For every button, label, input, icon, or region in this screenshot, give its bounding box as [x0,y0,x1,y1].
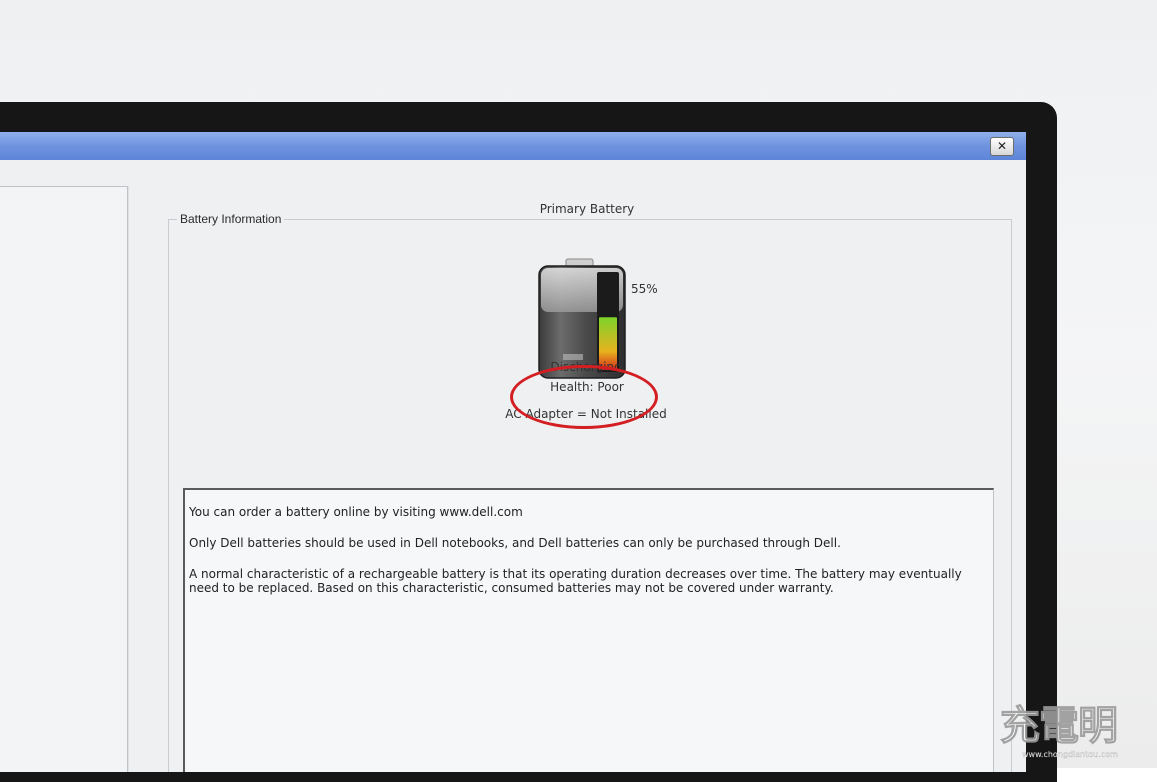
charge-percent: 55% [631,282,658,296]
battery-name: Primary Battery [539,202,635,216]
navigation-pane[interactable] [0,186,128,772]
red-annotation-circle [510,365,658,429]
screen: ✕ Battery Information Primary Battery 55… [0,132,1026,772]
battery-degradation-text: A normal characteristic of a rechargeabl… [189,567,962,595]
close-button[interactable]: ✕ [990,137,1014,156]
battery-info-textbox[interactable]: You can order a battery online by visiti… [183,488,994,772]
site-watermark-logo: 充電明 www.chongdiantou.com [1000,703,1152,763]
window-titlebar: ✕ [0,132,1026,160]
window-body: Battery Information Primary Battery 55% … [0,160,1026,772]
watermark-url: www.chongdiantou.com [1022,750,1118,759]
watermark-glyphs: 充電明 [1000,703,1119,750]
dell-only-text: Only Dell batteries should be used in De… [189,536,841,550]
groupbox-title: Battery Information [177,212,285,226]
order-battery-text: You can order a battery online by visiti… [189,505,523,519]
